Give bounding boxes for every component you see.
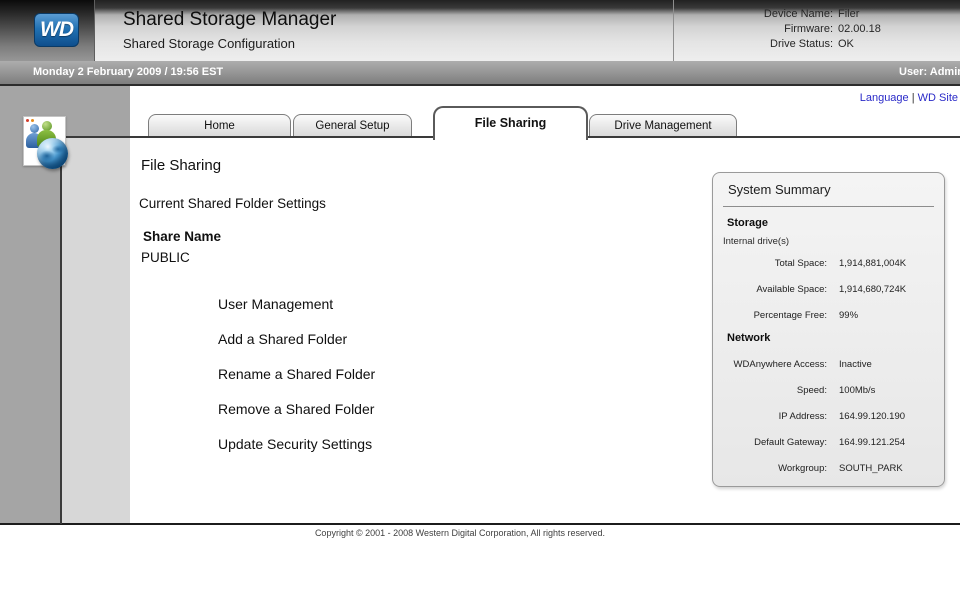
percentage-free-row: Percentage Free: 99% bbox=[713, 302, 944, 328]
tab-home[interactable]: Home bbox=[148, 114, 291, 138]
wdanywhere-row: WDAnywhere Access: Inactive bbox=[713, 351, 944, 377]
logo-block: WD bbox=[0, 0, 95, 61]
total-space-value: 1,914,881,004K bbox=[839, 258, 938, 269]
share-name-value: PUBLIC bbox=[141, 250, 190, 265]
available-space-label: Available Space: bbox=[719, 284, 827, 295]
total-space-row: Total Space: 1,914,881,004K bbox=[713, 250, 944, 276]
share-name-label: Share Name bbox=[143, 229, 221, 244]
language-link[interactable]: Language bbox=[860, 92, 909, 104]
wdanywhere-value: Inactive bbox=[839, 359, 938, 370]
firmware-label: Firmware: bbox=[683, 23, 833, 36]
system-summary-title: System Summary bbox=[728, 182, 944, 197]
rename-shared-folder-link[interactable]: Rename a Shared Folder bbox=[218, 367, 375, 382]
device-info: Device Name: Filer Firmware: 02.00.18 Dr… bbox=[683, 8, 951, 51]
percentage-free-label: Percentage Free: bbox=[719, 310, 827, 321]
ip-address-row: IP Address: 164.99.120.190 bbox=[713, 403, 944, 429]
link-separator: | bbox=[909, 92, 918, 104]
header-divider bbox=[673, 0, 674, 61]
summary-divider bbox=[723, 206, 934, 207]
system-summary-panel: System Summary Storage Internal drive(s)… bbox=[712, 172, 945, 487]
logged-in-user: User: Admin bbox=[899, 66, 960, 78]
default-gateway-value: 164.99.121.254 bbox=[839, 437, 938, 448]
content-left-margin bbox=[62, 138, 130, 524]
available-space-value: 1,914,680,724K bbox=[839, 284, 938, 295]
user-management-link[interactable]: User Management bbox=[218, 297, 375, 312]
datetime-text: Monday 2 February 2009 / 19:56 EST bbox=[33, 66, 223, 78]
workgroup-value: SOUTH_PARK bbox=[839, 463, 938, 474]
device-name-label: Device Name: bbox=[683, 8, 833, 21]
action-links: User Management Add a Shared Folder Rena… bbox=[218, 297, 375, 472]
workgroup-label: Workgroup: bbox=[719, 463, 827, 474]
device-name-value: Filer bbox=[838, 8, 951, 21]
firmware-value: 02.00.18 bbox=[838, 23, 951, 36]
drive-status-label: Drive Status: bbox=[683, 38, 833, 51]
wdanywhere-label: WDAnywhere Access: bbox=[719, 359, 827, 370]
percentage-free-value: 99% bbox=[839, 310, 938, 321]
page-title: File Sharing bbox=[141, 157, 221, 174]
update-security-settings-link[interactable]: Update Security Settings bbox=[218, 437, 375, 452]
internal-drives-label: Internal drive(s) bbox=[723, 236, 944, 247]
tab-drive-management[interactable]: Drive Management bbox=[589, 114, 737, 138]
app-title: Shared Storage Manager bbox=[123, 9, 336, 31]
storage-heading: Storage bbox=[727, 217, 944, 229]
remove-shared-folder-link[interactable]: Remove a Shared Folder bbox=[218, 402, 375, 417]
default-gateway-row: Default Gateway: 164.99.121.254 bbox=[713, 429, 944, 455]
speed-row: Speed: 100Mb/s bbox=[713, 377, 944, 403]
speed-label: Speed: bbox=[719, 385, 827, 396]
shared-storage-manager-page: WD Shared Storage Manager Shared Storage… bbox=[0, 0, 960, 598]
available-space-row: Available Space: 1,914,680,724K bbox=[713, 276, 944, 302]
window-dot-red-icon bbox=[26, 119, 29, 122]
add-shared-folder-link[interactable]: Add a Shared Folder bbox=[218, 332, 375, 347]
window-dot-orange-icon bbox=[31, 119, 34, 122]
app-header: WD Shared Storage Manager Shared Storage… bbox=[0, 0, 960, 61]
tab-file-sharing[interactable]: File Sharing bbox=[433, 106, 588, 140]
default-gateway-label: Default Gateway: bbox=[719, 437, 827, 448]
drive-status-value: OK bbox=[838, 38, 951, 51]
ip-address-label: IP Address: bbox=[719, 411, 827, 422]
content-left-border bbox=[60, 136, 62, 524]
total-space-label: Total Space: bbox=[719, 258, 827, 269]
wd-site-link[interactable]: WD Site bbox=[918, 92, 958, 104]
copyright-text: Copyright © 2001 - 2008 Western Digital … bbox=[60, 528, 860, 538]
footer-divider bbox=[0, 523, 960, 525]
speed-value: 100Mb/s bbox=[839, 385, 938, 396]
ip-address-value: 164.99.120.190 bbox=[839, 411, 938, 422]
network-heading: Network bbox=[727, 332, 944, 344]
app-subtitle: Shared Storage Configuration bbox=[123, 36, 295, 51]
status-bar: Monday 2 February 2009 / 19:56 EST User:… bbox=[0, 61, 960, 86]
section-title: Current Shared Folder Settings bbox=[139, 196, 326, 211]
globe-icon bbox=[37, 138, 68, 169]
tab-general-setup[interactable]: General Setup bbox=[293, 114, 412, 138]
workgroup-row: Workgroup: SOUTH_PARK bbox=[713, 455, 944, 481]
top-link-bar: Language | WD Site bbox=[620, 92, 958, 104]
wd-logo-icon: WD bbox=[34, 13, 79, 47]
